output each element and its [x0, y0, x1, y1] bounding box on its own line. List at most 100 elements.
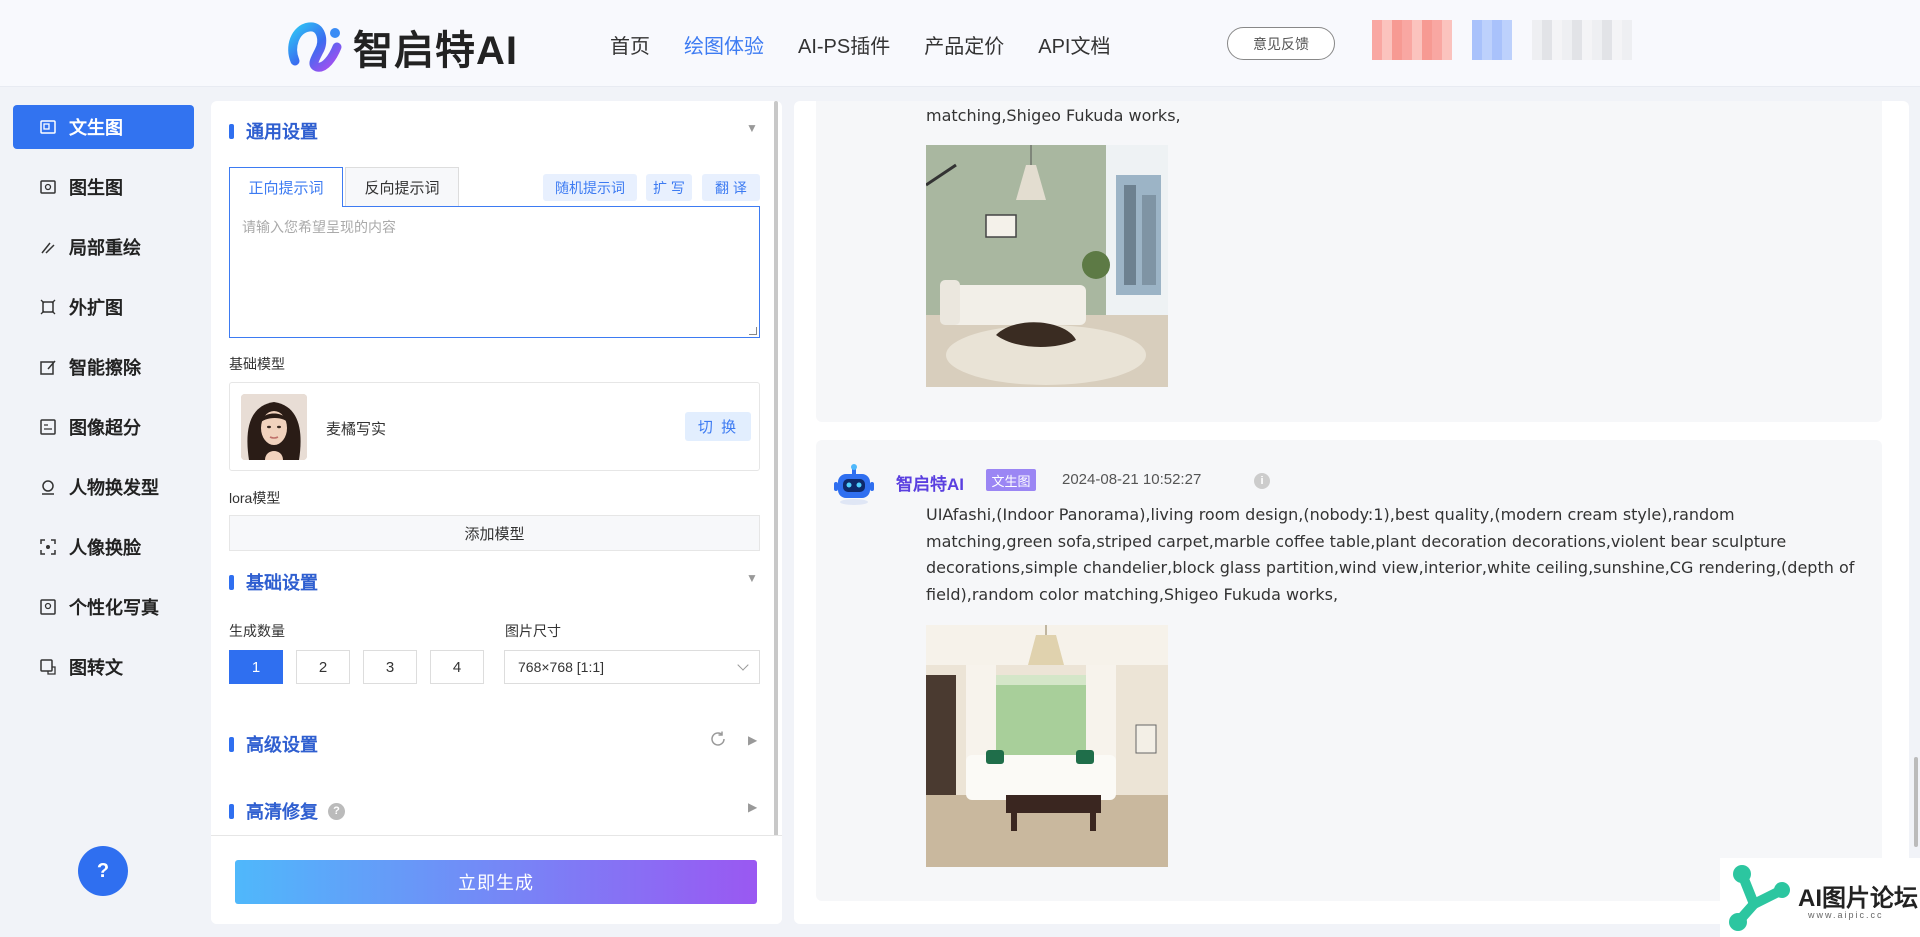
sidebar-item-label: 图转文: [69, 658, 123, 678]
logo-text: 智启特AI: [353, 29, 518, 73]
count-option-3[interactable]: 3: [363, 650, 417, 684]
chevron-down-icon[interactable]: ▼: [746, 121, 758, 135]
robot-avatar-icon: [832, 462, 876, 506]
hair-icon: [39, 478, 57, 496]
eraser-icon: [39, 358, 57, 376]
sidebar-item-label: 局部重绘: [69, 238, 141, 258]
random-prompt-button[interactable]: 随机提示词: [543, 174, 637, 201]
face-swap-icon: [39, 538, 57, 556]
tab-positive-prompt[interactable]: 正向提示词: [229, 167, 343, 207]
tab-negative-prompt[interactable]: 反向提示词: [345, 167, 459, 206]
base-model-label: 基础模型: [229, 356, 285, 372]
result-image[interactable]: [926, 625, 1168, 867]
watermark-text: AI图片论坛: [1798, 885, 1918, 912]
nav-ps-plugin[interactable]: AI-PS插件: [798, 30, 890, 59]
nav-api-docs[interactable]: API文档: [1038, 30, 1110, 59]
prompt-text: matching,Shigeo Fukuda works,: [926, 106, 1181, 125]
count-option-2[interactable]: 2: [296, 650, 350, 684]
basic-settings-header[interactable]: 基础设置: [229, 569, 318, 595]
blurred-username: [1532, 20, 1632, 60]
text-image-icon: [39, 118, 57, 136]
mode-tag: 文生图: [986, 469, 1036, 491]
count-option-4[interactable]: 4: [430, 650, 484, 684]
size-select[interactable]: 768×768 [1:1]: [504, 650, 760, 684]
sidebar-item-inpaint[interactable]: 局部重绘: [13, 225, 194, 269]
top-header: 智启特AI 首页 绘图体验 AI-PS插件 产品定价 API文档 意见反馈: [0, 0, 1920, 87]
hires-fix-header[interactable]: 高清修复 ?: [229, 798, 345, 824]
result-card: matching,Shigeo Fukuda works,: [816, 101, 1882, 422]
sidebar-item-label: 人物换发型: [69, 478, 159, 498]
size-value: 768×768 [1:1]: [518, 659, 605, 675]
count-label: 生成数量: [229, 623, 285, 639]
sidebar-item-label: 智能擦除: [69, 358, 141, 378]
advanced-settings-header[interactable]: 高级设置: [229, 731, 318, 757]
expand-prompt-button[interactable]: 扩 写: [646, 174, 692, 201]
sidebar-item-portrait[interactable]: 个性化写真: [13, 585, 194, 629]
chevron-right-icon[interactable]: ▶: [748, 800, 757, 814]
translate-button[interactable]: 翻 译: [702, 174, 760, 201]
blurred-avatar[interactable]: [1472, 20, 1512, 60]
image-image-icon: [39, 178, 57, 196]
sidebar-item-face-swap[interactable]: 人像换脸: [13, 525, 194, 569]
chevron-down-icon[interactable]: ▼: [746, 571, 758, 585]
sidebar-item-upscale[interactable]: 图像超分: [13, 405, 194, 449]
results-feed: matching,Shigeo Fukuda works, 智启特AI 文生图 …: [794, 101, 1909, 924]
sidebar-item-label: 图像超分: [69, 418, 141, 438]
lora-label: lora模型: [229, 490, 281, 506]
switch-model-button[interactable]: 切 换: [685, 412, 751, 441]
size-label: 图片尺寸: [505, 623, 561, 639]
nav-drawing[interactable]: 绘图体验: [684, 30, 764, 59]
sidebar-item-label: 外扩图: [69, 298, 123, 318]
site-watermark: AI图片论坛 www.aipic.cc: [1720, 858, 1920, 937]
sidebar-item-eraser[interactable]: 智能擦除: [13, 345, 194, 389]
generate-area: 立即生成: [211, 835, 782, 924]
nav-home[interactable]: 首页: [610, 30, 650, 59]
help-button[interactable]: ?: [78, 846, 128, 896]
expand-icon: [39, 298, 57, 316]
watermark-url: www.aipic.cc: [1808, 910, 1884, 920]
main-nav: 首页 绘图体验 AI-PS插件 产品定价 API文档: [610, 30, 1145, 59]
model-avatar: [241, 394, 307, 460]
help-icon[interactable]: ?: [328, 802, 345, 820]
model-name: 麦橘写实: [326, 421, 387, 438]
nav-pricing[interactable]: 产品定价: [924, 30, 1004, 59]
result-image[interactable]: [926, 145, 1168, 387]
chevron-right-icon[interactable]: ▶: [748, 733, 757, 747]
logo-icon: [287, 19, 345, 75]
prompt-placeholder: 请输入您希望呈现的内容: [242, 219, 396, 235]
generate-button[interactable]: 立即生成: [235, 860, 757, 904]
settings-panel: 通用设置 ▼ 正向提示词 反向提示词 随机提示词 扩 写 翻 译 请输入您希望呈…: [211, 101, 782, 924]
sidebar-item-image-to-text[interactable]: 图转文: [13, 645, 194, 689]
timestamp: 2024-08-21 10:52:27: [1062, 471, 1202, 488]
bot-name: 智启特AI: [896, 475, 964, 494]
image-text-icon: [39, 658, 57, 676]
resize-handle[interactable]: [749, 327, 757, 335]
sidebar-item-text-to-image[interactable]: 文生图: [13, 105, 194, 149]
logo[interactable]: 智启特AI: [287, 18, 518, 76]
portrait-icon: [39, 598, 57, 616]
add-lora-button[interactable]: 添加模型: [229, 515, 760, 551]
prompt-text: UIAfashi,(Indoor Panorama),living room d…: [926, 505, 1855, 604]
chevron-down-icon: [737, 659, 749, 671]
brush-icon: [39, 238, 57, 256]
sidebar-item-hairstyle[interactable]: 人物换发型: [13, 465, 194, 509]
content-scrollbar[interactable]: [1914, 757, 1918, 847]
sidebar-item-label: 人像换脸: [69, 538, 141, 558]
sidebar-item-label: 个性化写真: [69, 598, 159, 618]
sidebar-item-image-to-image[interactable]: 图生图: [13, 165, 194, 209]
prompt-input[interactable]: 请输入您希望呈现的内容: [229, 206, 760, 338]
reset-icon[interactable]: [709, 730, 727, 753]
upscale-icon: [39, 418, 57, 436]
general-settings-header[interactable]: 通用设置: [229, 118, 318, 144]
feedback-button[interactable]: 意见反馈: [1227, 27, 1335, 60]
base-model-card: 麦橘写实 切 换: [229, 382, 760, 471]
sidebar-item-label: 图生图: [69, 178, 123, 198]
sidebar-item-label: 文生图: [69, 118, 123, 138]
count-option-1[interactable]: 1: [229, 650, 283, 684]
info-icon[interactable]: i: [1254, 473, 1270, 489]
sidebar: 文生图 图生图 局部重绘 外扩图 智能擦除 图像超分 人物换发型 人像换脸 个性…: [0, 88, 205, 937]
result-card: 智启特AI 文生图 2024-08-21 10:52:27 i UIAfashi…: [816, 440, 1882, 901]
panel-scrollbar[interactable]: [774, 101, 778, 841]
blurred-user-info: [1372, 20, 1452, 60]
sidebar-item-outpaint[interactable]: 外扩图: [13, 285, 194, 329]
